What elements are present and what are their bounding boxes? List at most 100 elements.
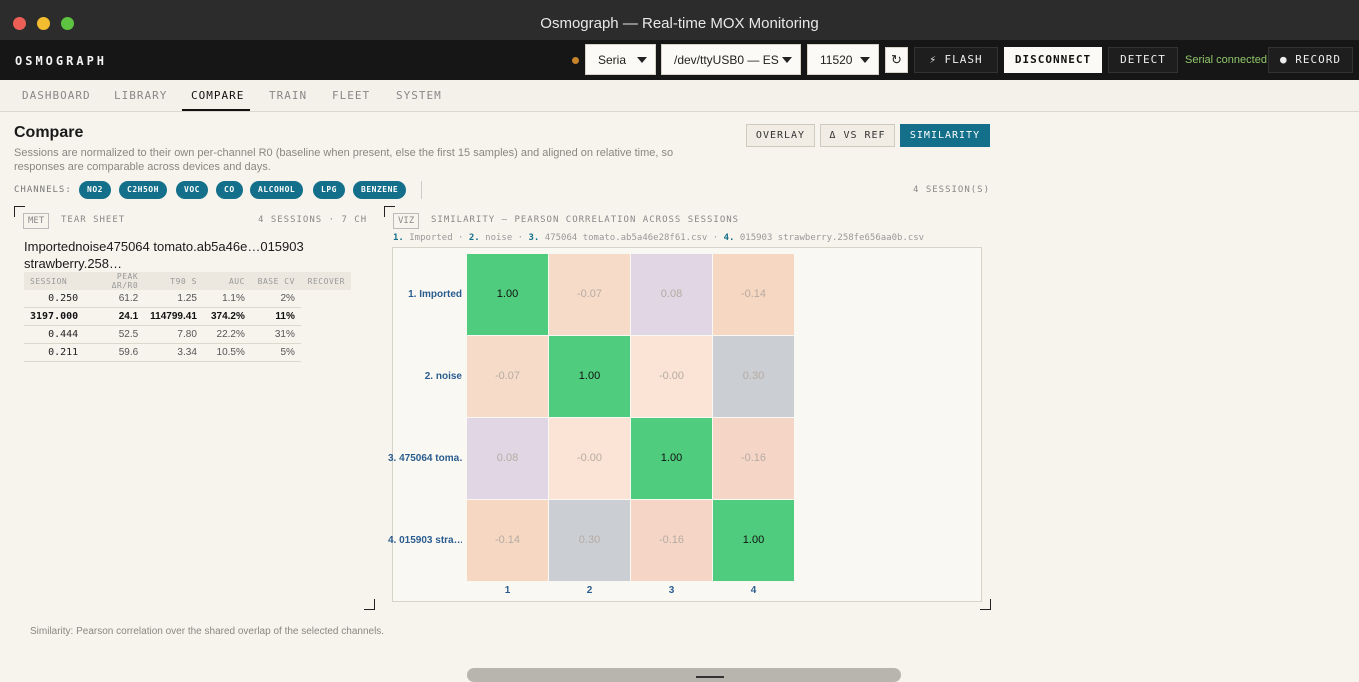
legend-number: 3.	[528, 233, 540, 243]
channel-chip-voc[interactable]: VOC	[176, 181, 208, 199]
port-select[interactable]: /dev/ttyUSB0 — ES	[661, 44, 801, 75]
legend-number: 1.	[393, 233, 404, 243]
refresh-ports-button[interactable]: ↻	[885, 47, 908, 73]
cell	[301, 344, 351, 362]
chevron-down-icon	[782, 57, 792, 63]
tearsheet-table: SESSION PEAK ΔR/R0 T90 S AUC BASE CV REC…	[24, 272, 351, 362]
heatmap-cell[interactable]: 1.00	[713, 500, 794, 581]
chevron-down-icon	[637, 57, 647, 63]
heatmap-cell[interactable]: 1.00	[467, 254, 548, 335]
mode-delta-ref-button[interactable]: Δ VS REF	[820, 124, 895, 147]
met-tag: MET	[23, 213, 50, 229]
heatmap-cell[interactable]: 0.30	[713, 336, 794, 417]
mode-similarity-button[interactable]: SIMILARITY	[900, 124, 990, 147]
cell: 24.1	[84, 307, 145, 326]
heatmap-cell[interactable]: -0.14	[467, 500, 548, 581]
tab-train[interactable]: TRAIN	[269, 89, 307, 102]
column-header: BASE CV	[250, 272, 301, 290]
legend-number: 4.	[723, 233, 735, 243]
heatmap-column-label: 3	[668, 585, 675, 596]
cell: 5%	[250, 343, 301, 362]
chevron-down-icon	[860, 57, 870, 63]
cell: 0.211	[24, 343, 85, 362]
cell: 52.5	[84, 325, 145, 344]
heatmap-cell[interactable]: -0.07	[549, 254, 630, 335]
heatmap-cell[interactable]: 0.08	[631, 254, 712, 335]
cell	[301, 290, 351, 308]
heatmap-cell[interactable]: -0.14	[713, 254, 794, 335]
cell: 31%	[250, 325, 301, 344]
heatmap-cell[interactable]: 0.08	[467, 418, 548, 499]
tab-system[interactable]: SYSTEM	[396, 89, 442, 102]
heatmap-cell[interactable]: -0.07	[467, 336, 548, 417]
panel-corner	[364, 599, 375, 610]
detect-button[interactable]: DETECT	[1108, 47, 1178, 73]
channel-chip-lpg[interactable]: LPG	[313, 181, 345, 199]
column-header: RECOVER	[300, 272, 351, 290]
viz-tag: VIZ	[393, 213, 420, 229]
channel-chip-benzene[interactable]: BENZENE	[353, 181, 407, 199]
window-titlebar: Osmograph — Real-time MOX Monitoring	[0, 0, 1359, 40]
baud-value: 11520	[820, 53, 853, 67]
legend-label: Imported	[409, 233, 453, 243]
heatmap-cell[interactable]: 1.00	[549, 336, 630, 417]
cell: 11%	[250, 307, 301, 326]
tearsheet-meta: 4 SESSIONS · 7 CH	[258, 215, 368, 225]
tab-fleet[interactable]: FLEET	[332, 89, 370, 102]
cell: 61.2	[84, 290, 145, 308]
heatmap-cell[interactable]: -0.16	[713, 418, 794, 499]
cell: 22.2%	[202, 325, 251, 344]
cell: 114799.41	[144, 307, 203, 326]
heatmap-row-label: 1. Imported	[408, 289, 462, 300]
cell: 0.444	[24, 325, 85, 344]
cell: 3197.000	[24, 307, 85, 326]
horizontal-scrollbar[interactable]	[467, 668, 901, 682]
disconnect-button[interactable]: DISCONNECT	[1004, 47, 1102, 73]
active-tab-indicator	[182, 109, 250, 111]
tab-compare[interactable]: COMPARE	[191, 89, 244, 102]
heatmap-cell[interactable]: -0.00	[631, 336, 712, 417]
heatmap-cell[interactable]: 1.00	[631, 418, 712, 499]
heatmap-row-label: 3. 475064 toma…	[388, 453, 462, 464]
channels-label: CHANNELS:	[14, 185, 72, 195]
cell: 1.25	[144, 290, 203, 308]
heatmap-column-label: 1	[504, 585, 511, 596]
similarity-title: SIMILARITY — PEARSON CORRELATION ACROSS …	[431, 215, 740, 225]
cell: 0.250	[24, 290, 85, 308]
channel-chip-c2h5oh[interactable]: C2H5OH	[119, 181, 167, 199]
heatmap-cell[interactable]: 0.30	[549, 500, 630, 581]
cell: 374.2%	[202, 307, 251, 326]
column-header: SESSION	[24, 272, 85, 290]
tab-dashboard[interactable]: DASHBOARD	[22, 89, 91, 102]
brand-logo: OSMOGRAPH	[15, 54, 108, 68]
transport-value: Seria	[598, 53, 627, 67]
tab-library[interactable]: LIBRARY	[114, 89, 167, 102]
page-title: Compare	[14, 124, 84, 141]
table-row: 3197.000 24.1 114799.41 374.2% 11%	[24, 307, 351, 326]
tearsheet-session-names: Importednoise475064 tomato.ab5a46e…01590…	[24, 239, 304, 271]
transport-select[interactable]: Seria	[585, 44, 656, 75]
column-header: PEAK ΔR/R0	[84, 272, 145, 290]
window-title: Osmograph — Real-time MOX Monitoring	[540, 15, 819, 32]
table-row: 0.250 61.2 1.25 1.1% 2%	[24, 290, 351, 308]
column-header: T90 S	[144, 272, 203, 290]
refresh-icon: ↻	[891, 52, 902, 67]
table-row: 0.444 52.5 7.80 22.2% 31%	[24, 325, 351, 344]
similarity-footnote: Similarity: Pearson correlation over the…	[30, 626, 385, 637]
legend-label: 475064 tomato.ab5a46e28f61.csv	[544, 233, 708, 243]
flash-button[interactable]: ⚡ FLASH	[914, 47, 998, 73]
channel-chip-co[interactable]: CO	[216, 181, 243, 199]
cell: 10.5%	[202, 343, 251, 362]
channel-chip-alcohol[interactable]: ALCOHOL	[250, 181, 304, 199]
channel-chip-no2[interactable]: NO2	[79, 181, 111, 199]
heatmap-column-label: 2	[586, 585, 593, 596]
baud-select[interactable]: 11520	[807, 44, 879, 75]
session-count: 4 SESSION(S)	[913, 185, 991, 195]
mode-overlay-button[interactable]: OVERLAY	[746, 124, 815, 147]
heatmap-cell[interactable]: -0.00	[549, 418, 630, 499]
heatmap-cell[interactable]: -0.16	[631, 500, 712, 581]
cell: 7.80	[144, 325, 203, 344]
record-button[interactable]: ● RECORD	[1268, 47, 1353, 73]
heatmap-row-label: 4. 015903 stra…	[388, 535, 462, 546]
cell: 3.34	[144, 343, 203, 362]
